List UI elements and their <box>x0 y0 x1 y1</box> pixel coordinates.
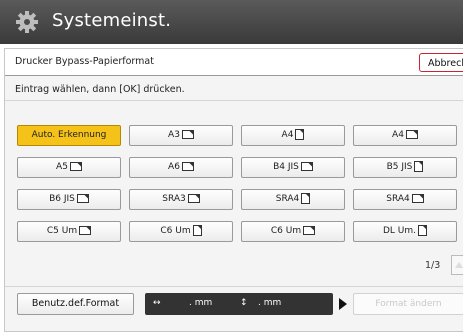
landscape-paper-icon <box>69 162 82 171</box>
format-button[interactable]: Auto. Erkennung <box>17 125 121 146</box>
format-button[interactable]: SRA4 <box>241 189 345 210</box>
landscape-paper-icon <box>405 130 418 139</box>
landscape-paper-icon <box>79 226 92 235</box>
gear-icon <box>16 11 38 33</box>
chevron-up-icon <box>455 262 463 268</box>
change-format-button[interactable]: Format ändern <box>353 293 463 315</box>
format-label: A4 <box>281 130 294 140</box>
portrait-paper-icon <box>414 161 424 172</box>
format-button[interactable]: C6 Um <box>129 221 233 242</box>
format-label: SRA4 <box>275 194 300 204</box>
custom-format-button[interactable]: Benutz.def.Format <box>17 293 134 315</box>
format-button[interactable]: A4 <box>241 125 345 146</box>
format-label: C6 Um <box>270 226 302 236</box>
landscape-paper-icon <box>76 194 89 203</box>
format-button[interactable]: B4 JIS <box>241 157 345 178</box>
scroll-up-button[interactable] <box>451 255 463 275</box>
format-label: A6 <box>168 162 180 172</box>
format-label: A3 <box>168 130 180 140</box>
horizontal-value: . mm <box>189 298 213 308</box>
portrait-paper-icon <box>192 225 202 236</box>
instruction-text: Eintrag wählen, dann [OK] drücken. <box>15 84 185 95</box>
landscape-paper-icon <box>187 194 200 203</box>
format-button[interactable]: B5 JIS <box>353 157 457 178</box>
landscape-paper-icon <box>411 194 424 203</box>
settings-panel: Drucker Bypass-Papierformat Abbrechen Ei… <box>4 48 463 332</box>
format-label: A5 <box>56 162 68 172</box>
format-label: B6 JIS <box>49 194 75 204</box>
format-label: SRA3 <box>162 194 186 204</box>
vertical-value: . mm <box>258 298 282 308</box>
format-label: SRA4 <box>386 194 410 204</box>
landscape-paper-icon <box>300 162 313 171</box>
format-button[interactable]: B6 JIS <box>17 189 121 210</box>
format-button[interactable]: A6 <box>129 157 233 178</box>
horizontal-arrow-icon: ↔ <box>153 298 161 308</box>
vertical-arrow-icon: ↕ <box>240 298 248 308</box>
portrait-paper-icon <box>295 129 305 140</box>
format-label: B4 JIS <box>273 162 299 172</box>
cancel-button[interactable]: Abbrechen <box>419 53 463 72</box>
page-title: Systemeinst. <box>52 10 172 31</box>
format-label: B5 JIS <box>386 162 413 172</box>
format-label: DL Um. <box>382 226 417 236</box>
format-label: A4 <box>392 130 404 140</box>
landscape-paper-icon <box>303 226 316 235</box>
format-button[interactable]: A5 <box>17 157 121 178</box>
landscape-paper-icon <box>181 162 194 171</box>
format-button[interactable]: SRA4 <box>353 189 457 210</box>
format-button[interactable]: SRA3 <box>129 189 233 210</box>
page-indicator: 1/3 <box>425 260 441 271</box>
panel-title: Drucker Bypass-Papierformat <box>15 56 154 67</box>
format-button[interactable]: A4 <box>353 125 457 146</box>
dimension-display: ↔ . mm ↕ . mm <box>145 293 333 315</box>
format-label: C6 Um <box>160 226 191 236</box>
divider <box>5 286 463 287</box>
landscape-paper-icon <box>181 130 194 139</box>
portrait-paper-icon <box>418 225 428 236</box>
format-button[interactable]: C5 Um <box>17 221 121 242</box>
divider <box>5 100 463 101</box>
format-button[interactable]: C6 Um <box>241 221 345 242</box>
format-button[interactable]: DL Um. <box>353 221 457 242</box>
format-label: Auto. Erkennung <box>31 130 107 140</box>
portrait-paper-icon <box>301 193 311 204</box>
format-label: C5 Um <box>46 226 78 236</box>
title-bar: Systemeinst. <box>0 0 463 44</box>
format-button[interactable]: A3 <box>129 125 233 146</box>
play-arrow-icon <box>339 298 347 310</box>
panel-header: Drucker Bypass-Papierformat Abbrechen <box>5 49 463 76</box>
